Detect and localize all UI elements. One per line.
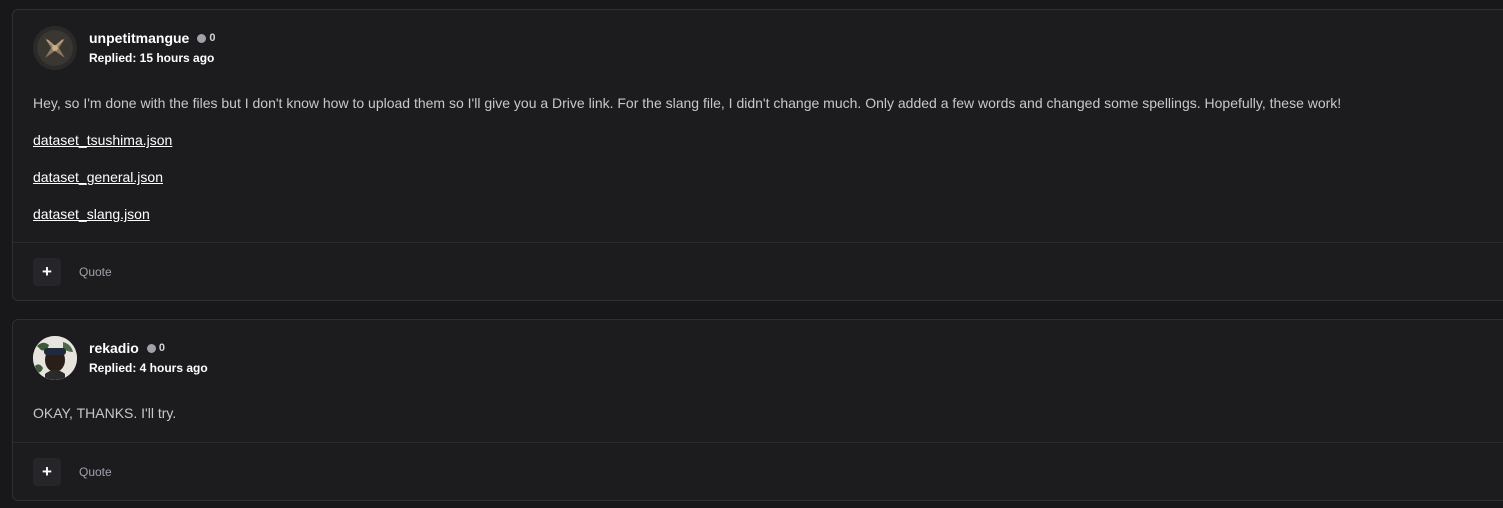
replied-timestamp: Replied: 4 hours ago: [89, 361, 208, 375]
reputation-dot-icon: [146, 343, 156, 353]
post-body: Hey, so I'm done with the files but I do…: [33, 94, 1491, 242]
plus-icon: +: [42, 262, 52, 281]
author-line: rekadio 0: [89, 340, 165, 356]
author-line: unpetitmangue 0: [89, 30, 215, 46]
post-text: OKAY, THANKS. I'll try.: [33, 405, 177, 421]
file-link-tsushima[interactable]: dataset_tsushima.json: [33, 131, 172, 149]
reputation-badge: 0: [197, 32, 215, 44]
reputation-count: 0: [158, 342, 165, 354]
add-reaction-button[interactable]: +: [33, 258, 61, 286]
author-name[interactable]: rekadio: [89, 340, 139, 356]
avatar[interactable]: [33, 26, 77, 70]
post-actions: + Quote: [33, 458, 112, 486]
post-card: unpetitmangue 0 Replied: 15 hours ago He…: [12, 9, 1503, 301]
reputation-dot-icon: [197, 33, 207, 43]
post-body: OKAY, THANKS. I'll try.: [33, 404, 1491, 441]
replied-timestamp: Replied: 15 hours ago: [89, 51, 215, 65]
reputation-badge: 0: [146, 342, 165, 354]
add-reaction-button[interactable]: +: [33, 458, 61, 486]
reputation-count: 0: [209, 32, 216, 44]
quote-button[interactable]: Quote: [79, 265, 112, 279]
avatar[interactable]: [33, 336, 77, 380]
plus-icon: +: [42, 462, 52, 481]
author-name[interactable]: unpetitmangue: [89, 30, 189, 46]
divider: [13, 242, 1503, 243]
post-actions: + Quote: [33, 258, 112, 286]
post-card: rekadio 0 Replied: 4 hours ago OKAY, THA…: [12, 319, 1503, 501]
divider: [13, 442, 1503, 443]
post-text: Hey, so I'm done with the files but I do…: [33, 95, 1342, 111]
quote-button[interactable]: Quote: [79, 465, 112, 479]
file-link-general[interactable]: dataset_general.json: [33, 168, 163, 186]
file-link-slang[interactable]: dataset_slang.json: [33, 205, 150, 223]
